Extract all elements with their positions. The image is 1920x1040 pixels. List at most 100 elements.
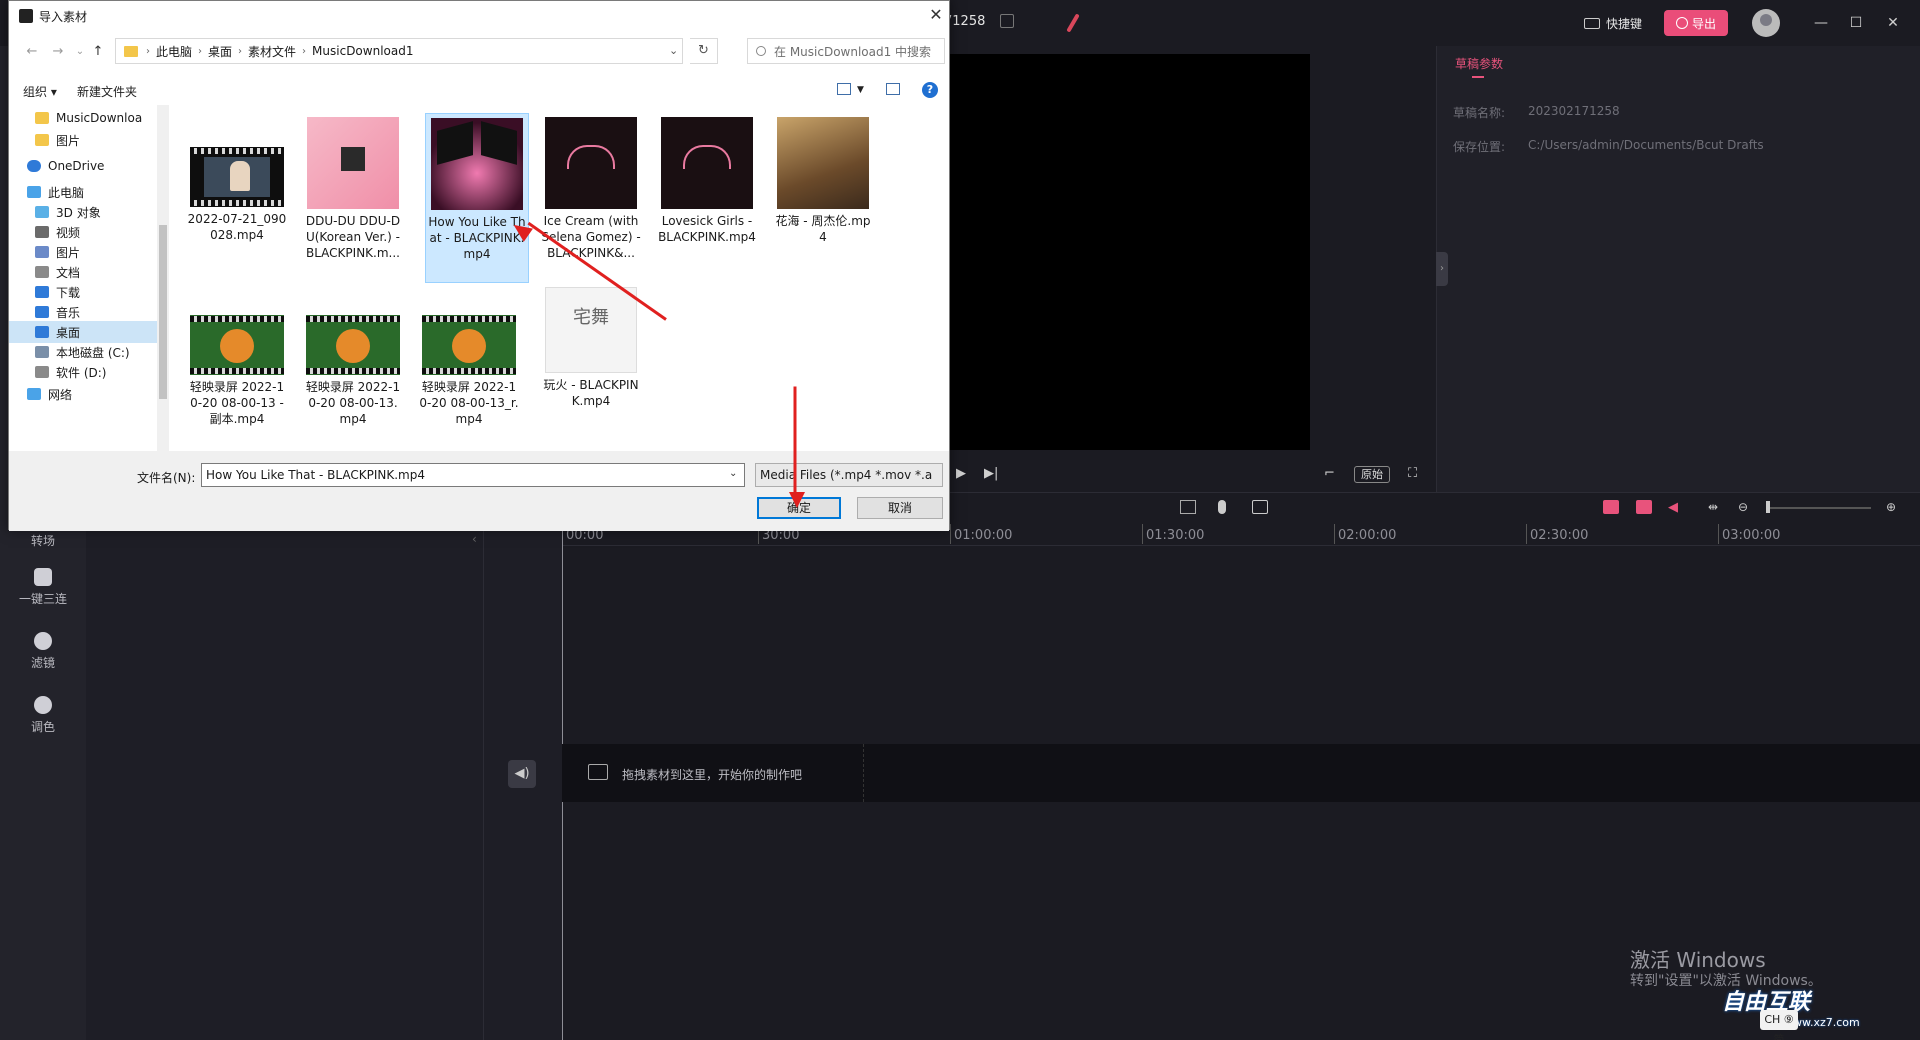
next-frame-icon[interactable]: ▶|	[984, 466, 998, 482]
zoom-in-icon[interactable]: ⊕	[1886, 500, 1902, 514]
address-dropdown-icon[interactable]: ⌄	[669, 44, 678, 57]
nav-item-pictures[interactable]: 图片	[9, 241, 159, 263]
crop-icon[interactable]: ⌐	[1324, 466, 1335, 482]
view-dropdown-icon[interactable]: ▼	[857, 85, 864, 95]
nav-item-music[interactable]: 音乐	[9, 301, 159, 323]
maximize-button[interactable]: ☐	[1845, 12, 1867, 34]
file-item[interactable]: DDU-DU DDU-DU(Korean Ver.) - BLACKPINK.m…	[301, 113, 405, 261]
smart-cut-icon[interactable]	[1180, 500, 1196, 514]
app-icon	[19, 9, 33, 23]
cube-icon	[35, 206, 49, 218]
tab-draft-params[interactable]: 草稿参数	[1455, 55, 1503, 72]
nav-item-3d-objects[interactable]: 3D 对象	[9, 201, 159, 223]
nav-item-pictures-quick[interactable]: 图片	[9, 129, 159, 151]
zoom-slider-handle[interactable]	[1766, 501, 1770, 513]
address-bar[interactable]: › 此电脑 › 桌面 › 素材文件 › MusicDownload1	[115, 38, 683, 64]
nav-item-label: 音乐	[56, 305, 81, 320]
breadcrumb-item[interactable]: MusicDownload1	[306, 44, 419, 58]
nav-item-drive-d[interactable]: 软件 (D:)	[9, 361, 159, 383]
preview-pane-icon[interactable]	[886, 83, 900, 95]
close-app-button[interactable]: ✕	[1882, 12, 1904, 34]
rail-item-color[interactable]: 调色	[0, 696, 86, 735]
ruler-tick	[1334, 524, 1335, 544]
new-folder-button[interactable]: 新建文件夹	[77, 83, 137, 100]
file-item[interactable]: 花海 - 周杰伦.mp4	[771, 113, 875, 245]
fullscreen-icon[interactable]: ⛶	[1408, 466, 1417, 482]
filename-dropdown-icon[interactable]: ⌄	[729, 468, 737, 479]
recent-locations-button[interactable]: ⌄	[71, 43, 89, 61]
file-item[interactable]: 轻映录屏 2022-10-20 08-00-13_r.mp4	[417, 311, 521, 427]
export-button[interactable]: 导出	[1664, 10, 1728, 36]
search-input[interactable]: 在 MusicDownload1 中搜索	[747, 38, 945, 64]
breadcrumb-item[interactable]: 素材文件	[242, 43, 302, 60]
import-dialog: 导入素材 ✕ ← → ⌄ ↑ › 此电脑 › 桌面 › 素材文件 › Music…	[8, 0, 950, 531]
panel-toggle-handle[interactable]: ›	[1436, 252, 1448, 286]
organize-menu[interactable]: 组织 ▾	[23, 83, 57, 100]
file-item[interactable]: 宅舞 玩火 - BLACKPINK.mp4	[539, 283, 643, 409]
file-item[interactable]: 2022-07-21_090028.mp4	[185, 113, 289, 243]
draft-title: 71258	[944, 14, 986, 29]
picture-icon	[35, 246, 49, 258]
thumbs-up-icon	[34, 568, 52, 586]
nav-item-label: 网络	[48, 387, 73, 402]
collapse-panel-icon[interactable]: ‹	[472, 532, 482, 550]
nav-item-documents[interactable]: 文档	[9, 261, 159, 283]
ruler-tick	[950, 524, 951, 544]
rail-item-transition[interactable]: 转场	[0, 532, 86, 549]
breadcrumb-item[interactable]: 此电脑	[150, 43, 198, 60]
file-name: 轻映录屏 2022-10-20 08-00-13 - 副本.mp4	[189, 380, 285, 426]
refresh-button[interactable]: ↻	[690, 38, 718, 64]
zoom-out-icon[interactable]: ⊖	[1738, 500, 1754, 514]
cancel-button[interactable]: 取消	[857, 497, 943, 519]
mute-icon[interactable]: ◀	[1668, 500, 1684, 515]
forward-button[interactable]: →	[49, 43, 67, 61]
dialog-titlebar: 导入素材	[19, 7, 87, 25]
camera-icon[interactable]	[1252, 500, 1268, 514]
back-button[interactable]: ←	[23, 43, 41, 61]
avatar[interactable]	[1752, 9, 1780, 37]
nav-item-network[interactable]: 网络	[9, 387, 159, 401]
breadcrumb-item[interactable]: 桌面	[202, 43, 238, 60]
view-mode-icon[interactable]	[837, 83, 851, 95]
snap-icon[interactable]: ⇹	[1708, 500, 1724, 514]
help-icon[interactable]: ?	[922, 82, 938, 98]
rail-item-one-click[interactable]: 一键三连	[0, 568, 86, 607]
nav-item-videos[interactable]: 视频	[9, 221, 159, 243]
nav-item-label: 本地磁盘 (C:)	[56, 345, 130, 360]
film-icon	[588, 764, 608, 780]
video-thumbnail	[306, 315, 400, 375]
split-icon[interactable]	[1603, 500, 1619, 514]
shortcut-button[interactable]: 快捷键	[1584, 12, 1642, 34]
merge-icon[interactable]	[1636, 500, 1652, 514]
nav-item-drive-c[interactable]: 本地磁盘 (C:)	[9, 341, 159, 363]
video-thumbnail	[661, 117, 753, 209]
nav-scrollbar-thumb[interactable]	[159, 225, 167, 399]
desktop-icon	[35, 326, 49, 338]
video-thumbnail: 宅舞	[545, 287, 637, 373]
zoom-slider[interactable]	[1767, 507, 1871, 509]
nav-item-musicdownload[interactable]: MusicDownloa	[9, 107, 159, 129]
ime-indicator[interactable]: CH ⑨ 简	[1760, 1010, 1798, 1040]
nav-item-label: 此电脑	[48, 185, 85, 200]
file-item[interactable]: 轻映录屏 2022-10-20 08-00-13.mp4	[301, 311, 405, 427]
original-ratio-button[interactable]: 原始	[1354, 466, 1390, 483]
nav-item-this-pc[interactable]: 此电脑	[9, 181, 159, 203]
microphone-icon[interactable]	[1218, 500, 1226, 514]
nav-item-desktop[interactable]: 桌面	[9, 321, 159, 343]
play-icon[interactable]: ▶	[956, 466, 966, 482]
edit-title-icon[interactable]	[1000, 14, 1014, 28]
filename-input[interactable]: How You Like That - BLACKPINK.mp4	[201, 463, 745, 487]
file-item[interactable]: Lovesick Girls - BLACKPINK.mp4	[655, 113, 759, 245]
minimize-button[interactable]: —	[1810, 12, 1832, 34]
file-item[interactable]: 轻映录屏 2022-10-20 08-00-13 - 副本.mp4	[185, 311, 289, 427]
video-icon	[35, 226, 49, 238]
filename-label: 文件名(N):	[137, 471, 196, 485]
dialog-close-button[interactable]: ✕	[925, 4, 947, 26]
file-type-select[interactable]: Media Files (*.mp4 *.mov *.a	[755, 463, 943, 487]
up-button[interactable]: ↑	[89, 43, 107, 61]
nav-item-onedrive[interactable]: OneDrive	[9, 155, 159, 177]
file-item-selected[interactable]: How You Like That - BLACKPINK.mp4	[425, 113, 529, 283]
rail-item-filter[interactable]: 滤镜	[0, 632, 86, 671]
nav-item-downloads[interactable]: 下载	[9, 281, 159, 303]
track-volume-button[interactable]: ◀)	[508, 760, 536, 788]
